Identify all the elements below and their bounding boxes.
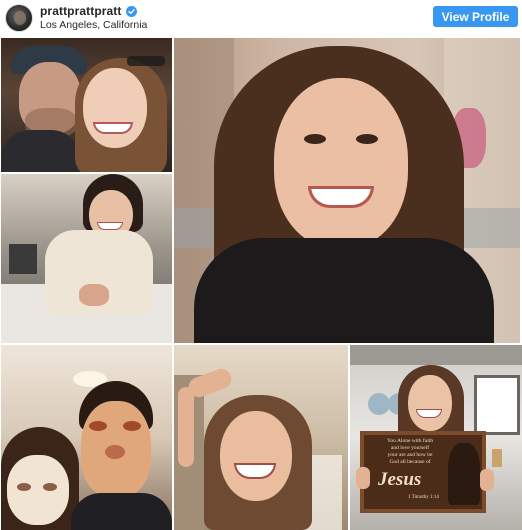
woman-holding-sign-photo[interactable]: You Alone with faith and love yourself y…	[350, 345, 522, 530]
location-link[interactable]: Los Angeles, California	[40, 19, 147, 31]
sign-line-1: You Alone with faith	[386, 438, 434, 444]
username-link[interactable]: prattprattpratt	[40, 4, 122, 18]
verified-badge-icon	[125, 5, 137, 17]
sign-line-4: God all because of	[389, 459, 431, 465]
smiling-woman-portrait-photo[interactable]	[174, 38, 520, 343]
couple-kissing-photo[interactable]	[1, 38, 172, 172]
sign-line-3: your are and how be	[387, 452, 433, 458]
woman-in-robe-photo[interactable]	[1, 174, 172, 343]
sign-title: Jesus	[378, 469, 422, 490]
sign-line-2: and love yourself	[390, 445, 430, 451]
profile-avatar[interactable]	[5, 4, 33, 32]
jesus-sign: You Alone with faith and love yourself y…	[360, 431, 486, 513]
post-header: prattprattpratt Los Angeles, California …	[0, 0, 522, 36]
sign-reference: 1 Timothy 1:14	[408, 495, 439, 500]
laughing-woman-photo[interactable]	[174, 345, 348, 530]
face-mask-selfie-photo[interactable]	[1, 345, 172, 530]
view-profile-button[interactable]: View Profile	[433, 6, 518, 27]
username-row: prattprattpratt	[40, 4, 137, 18]
